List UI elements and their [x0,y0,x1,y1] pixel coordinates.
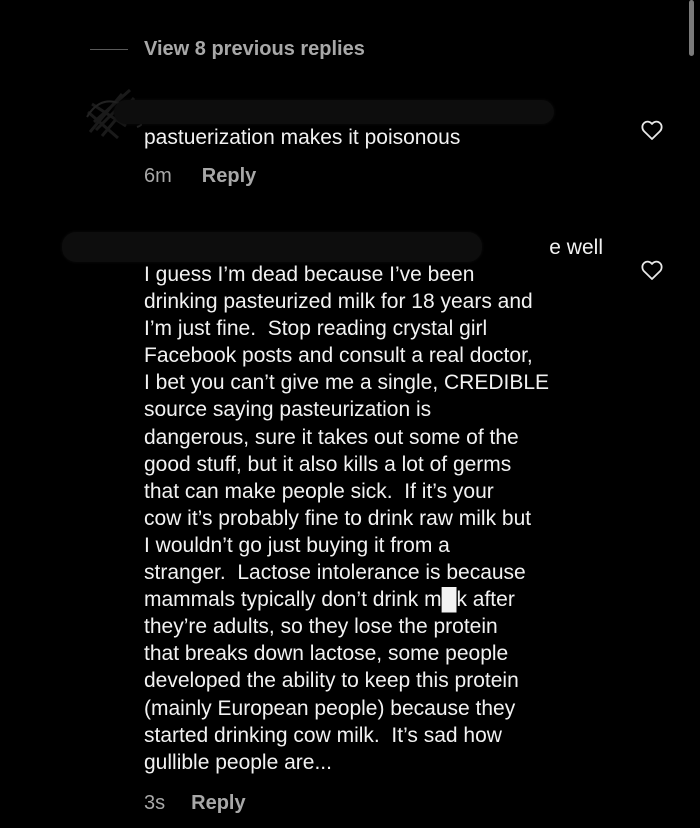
reply-button[interactable]: Reply [202,165,256,188]
comment: e well I guess I’m dead because I’ve bee… [144,235,614,815]
comment-username[interactable]: broskieletsgo [114,98,614,124]
divider-line [90,48,128,50]
view-previous-replies-button[interactable]: View 8 previous replies [90,34,365,64]
comment: broskieletsgo pastuerization makes it po… [114,98,614,188]
comment-meta: 3s Reply [144,792,614,815]
comment-text: I guess I’m dead because I’ve been drink… [144,263,550,774]
heart-outline-icon[interactable] [640,258,664,282]
username-tail-text: e well [549,236,603,259]
comment-meta: 6m Reply [144,165,614,188]
comment-text: pastuerization makes it poisonous [144,126,461,149]
comment-thread: View 8 previous replies broskieletsgo pa… [0,0,700,828]
redaction-scribble [114,100,554,124]
comment-timestamp: 3s [144,791,166,814]
reply-button[interactable]: Reply [191,792,245,815]
scrollbar[interactable] [689,0,694,56]
heart-outline-icon[interactable] [640,118,664,142]
view-previous-replies-label: View 8 previous replies [144,37,365,60]
comment-username[interactable]: e well [144,235,614,261]
comment-timestamp: 6m [144,165,172,188]
